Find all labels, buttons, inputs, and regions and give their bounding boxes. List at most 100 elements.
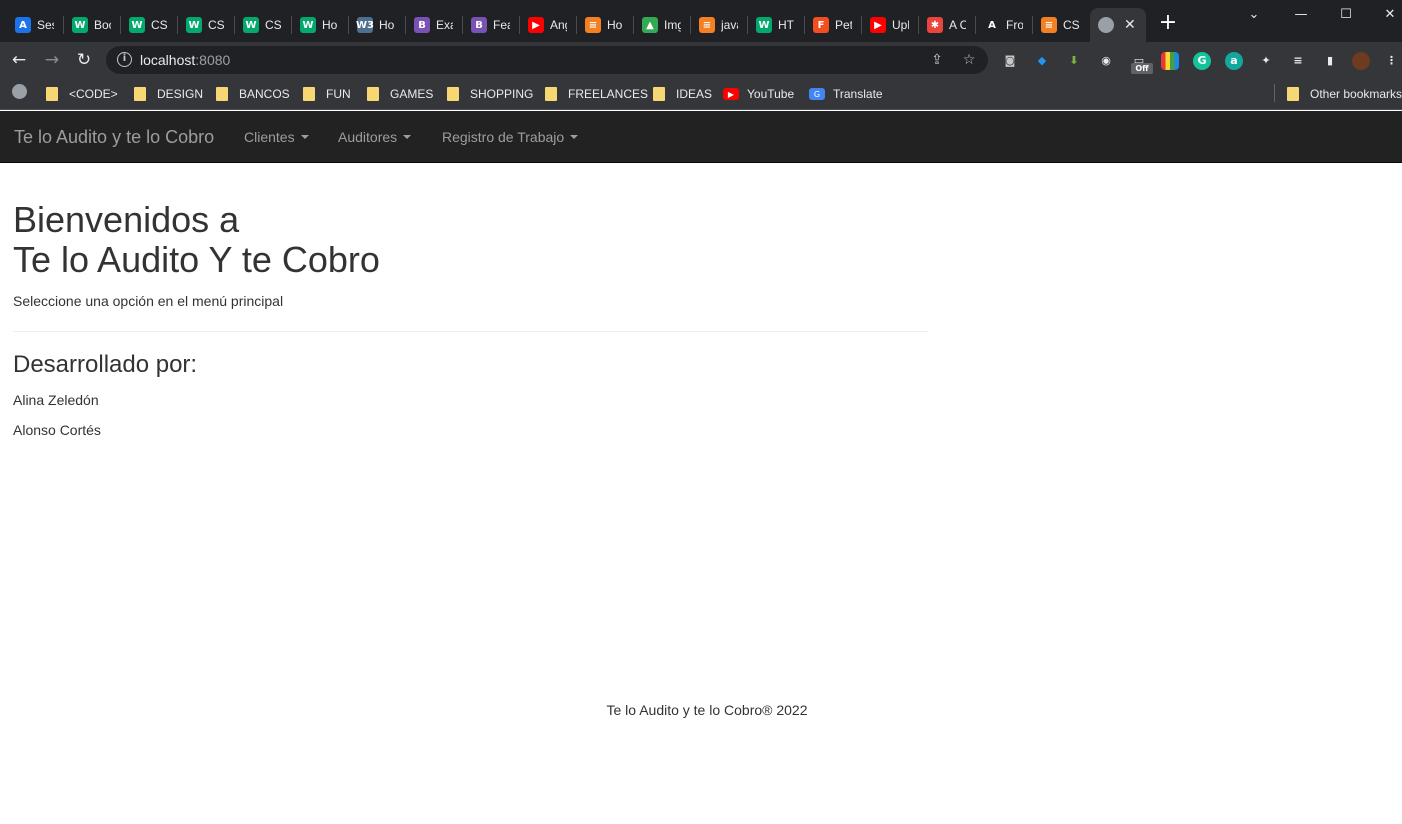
page-title: Bienvenidos a Te lo Audito Y te Cobro	[13, 200, 928, 280]
address-bar[interactable]: i localhost:8080 ⇪ ☆	[106, 46, 988, 74]
tab-search-icon[interactable]: ⌄	[1243, 4, 1265, 26]
menu-clientes[interactable]: Clientes	[244, 129, 309, 145]
tab-title: Boo	[94, 18, 111, 32]
browser-menu-icon[interactable]: ⋮	[1386, 52, 1397, 70]
browser-tab[interactable]: ▲ Img	[634, 8, 691, 42]
bookmark-item[interactable]: G Translate	[809, 84, 883, 104]
google-drive-icon: ▲	[642, 17, 658, 33]
bookmark-label: SHOPPING	[470, 87, 534, 101]
tab-title: A C	[949, 18, 966, 32]
browser-tab[interactable]: W Boo	[64, 8, 121, 42]
w3schools-icon: W	[186, 17, 202, 33]
bookmark-item[interactable]: IDEAS	[653, 84, 712, 104]
browser-tab[interactable]: W3 Ho	[349, 8, 406, 42]
reload-icon[interactable]: ↻	[73, 49, 95, 71]
share-icon[interactable]: ⇪	[928, 51, 946, 69]
tab-separator	[120, 16, 121, 34]
youtube-icon: ▶	[528, 17, 544, 33]
developer-name: Alonso Cortés	[13, 422, 101, 438]
folder-icon	[653, 87, 665, 101]
gem-extension-icon[interactable]: ◆	[1033, 52, 1051, 70]
back-icon[interactable]: ←	[8, 49, 30, 71]
url-text[interactable]: localhost:8080	[140, 52, 230, 68]
tab-separator	[576, 16, 577, 34]
tab-title: CSS	[1063, 18, 1080, 32]
minimize-icon[interactable]: —	[1290, 4, 1312, 26]
tab-separator	[804, 16, 805, 34]
tab-active[interactable]: ✕	[1090, 8, 1146, 42]
close-tab-icon[interactable]: ✕	[1124, 17, 1136, 33]
forward-icon[interactable]: →	[41, 49, 63, 71]
apps-globe-icon[interactable]	[12, 84, 27, 99]
tab-separator	[63, 16, 64, 34]
url-host: localhost	[140, 52, 196, 68]
browser-tab[interactable]: A Ses	[7, 8, 64, 42]
bookmark-item[interactable]: FUN	[303, 84, 351, 104]
browser-tab[interactable]: ≡ java	[691, 8, 748, 42]
welcome-line-2: Te lo Audito Y te Cobro	[13, 239, 380, 280]
browser-tab[interactable]: ▶ Upl	[862, 8, 919, 42]
developer-name: Alina Zeledón	[13, 392, 99, 408]
browser-tab[interactable]: W HTI	[748, 8, 805, 42]
tab-title: Ho	[322, 18, 338, 32]
bookmark-item[interactable]: BANCOS	[216, 84, 290, 104]
bookmark-other-label: Other bookmarks	[1310, 87, 1402, 101]
bookmark-item[interactable]: GAMES	[367, 84, 433, 104]
browser-tab[interactable]: A Fro	[976, 8, 1033, 42]
bookmark-label: FUN	[326, 87, 351, 101]
bookmark-label: Translate	[833, 87, 883, 101]
browser-tab[interactable]: W CSS	[121, 8, 178, 42]
menu-registro-label: Registro de Trabajo	[442, 129, 565, 145]
extensions-puzzle-icon[interactable]: ✦	[1257, 52, 1275, 70]
tab-title: CSS	[151, 18, 168, 32]
close-window-icon[interactable]: ✕	[1379, 4, 1401, 26]
bookmark-item[interactable]: DESIGN	[134, 84, 203, 104]
bookmark-item[interactable]: FREELANCES	[545, 84, 648, 104]
w3-icon: W3	[356, 17, 374, 33]
tab-title: java	[721, 18, 738, 32]
tab-title: CSS	[265, 18, 282, 32]
site-info-icon[interactable]: i	[117, 52, 132, 67]
welcome-line-1: Bienvenidos a	[13, 199, 240, 240]
bookmark-other[interactable]: Other bookmarks	[1287, 84, 1402, 104]
browser-tab[interactable]: ≡ Ho	[577, 8, 634, 42]
color-palette-extension-icon[interactable]	[1161, 52, 1179, 70]
browser-tab[interactable]: W Ho	[292, 8, 349, 42]
reading-list-icon[interactable]: ≡	[1289, 52, 1307, 70]
bookmark-item[interactable]: SHOPPING	[447, 84, 533, 104]
a-extension-icon[interactable]: a	[1225, 52, 1243, 70]
browser-tab[interactable]: ▶ Ang	[520, 8, 577, 42]
site-navbar: Te lo Audito y te lo Cobro Clientes Audi…	[0, 111, 1402, 163]
browser-tab[interactable]: W CSS	[178, 8, 235, 42]
menu-registro-de-trabajo[interactable]: Registro de Trabajo	[442, 129, 579, 145]
bookmark-item[interactable]: <CODE>	[46, 84, 118, 104]
menu-clientes-label: Clientes	[244, 129, 295, 145]
maximize-icon[interactable]: ☐	[1335, 4, 1357, 26]
tab-title: Ho	[607, 18, 623, 32]
navbar-brand[interactable]: Te lo Audito y te lo Cobro	[14, 127, 214, 148]
folder-icon	[447, 87, 459, 101]
browser-tab[interactable]: W CSS	[235, 8, 292, 42]
side-panel-icon[interactable]: ▮	[1321, 52, 1339, 70]
bookmark-star-icon[interactable]: ☆	[960, 51, 978, 69]
browser-tab[interactable]: B Fea	[463, 8, 520, 42]
main-content: Bienvenidos a Te lo Audito Y te Cobro Se…	[13, 200, 928, 438]
browser-tab[interactable]: ≡ CSS	[1033, 8, 1090, 42]
download-extension-icon[interactable]: ⬇	[1065, 52, 1083, 70]
stackoverflow-icon: ≡	[585, 17, 601, 33]
browser-tab[interactable]: F Pet	[805, 8, 862, 42]
tab-separator	[633, 16, 634, 34]
menu-auditores[interactable]: Auditores	[338, 129, 412, 145]
lens-extension-icon[interactable]: ◉	[1097, 52, 1115, 70]
bookmark-item[interactable]: ▶ YouTube	[723, 84, 794, 104]
profile-avatar[interactable]	[1352, 52, 1370, 70]
tab-title: Exa	[436, 18, 453, 32]
browser-tab[interactable]: ✱ A C	[919, 8, 976, 42]
bookmarks-divider	[1274, 84, 1275, 102]
new-tab-button[interactable]: +	[1157, 12, 1179, 34]
camera-extension-icon[interactable]: ◙	[1001, 52, 1019, 70]
folder-icon	[367, 87, 379, 101]
tab-separator	[177, 16, 178, 34]
grammarly-icon[interactable]: G	[1193, 52, 1211, 70]
browser-tab[interactable]: B Exa	[406, 8, 463, 42]
